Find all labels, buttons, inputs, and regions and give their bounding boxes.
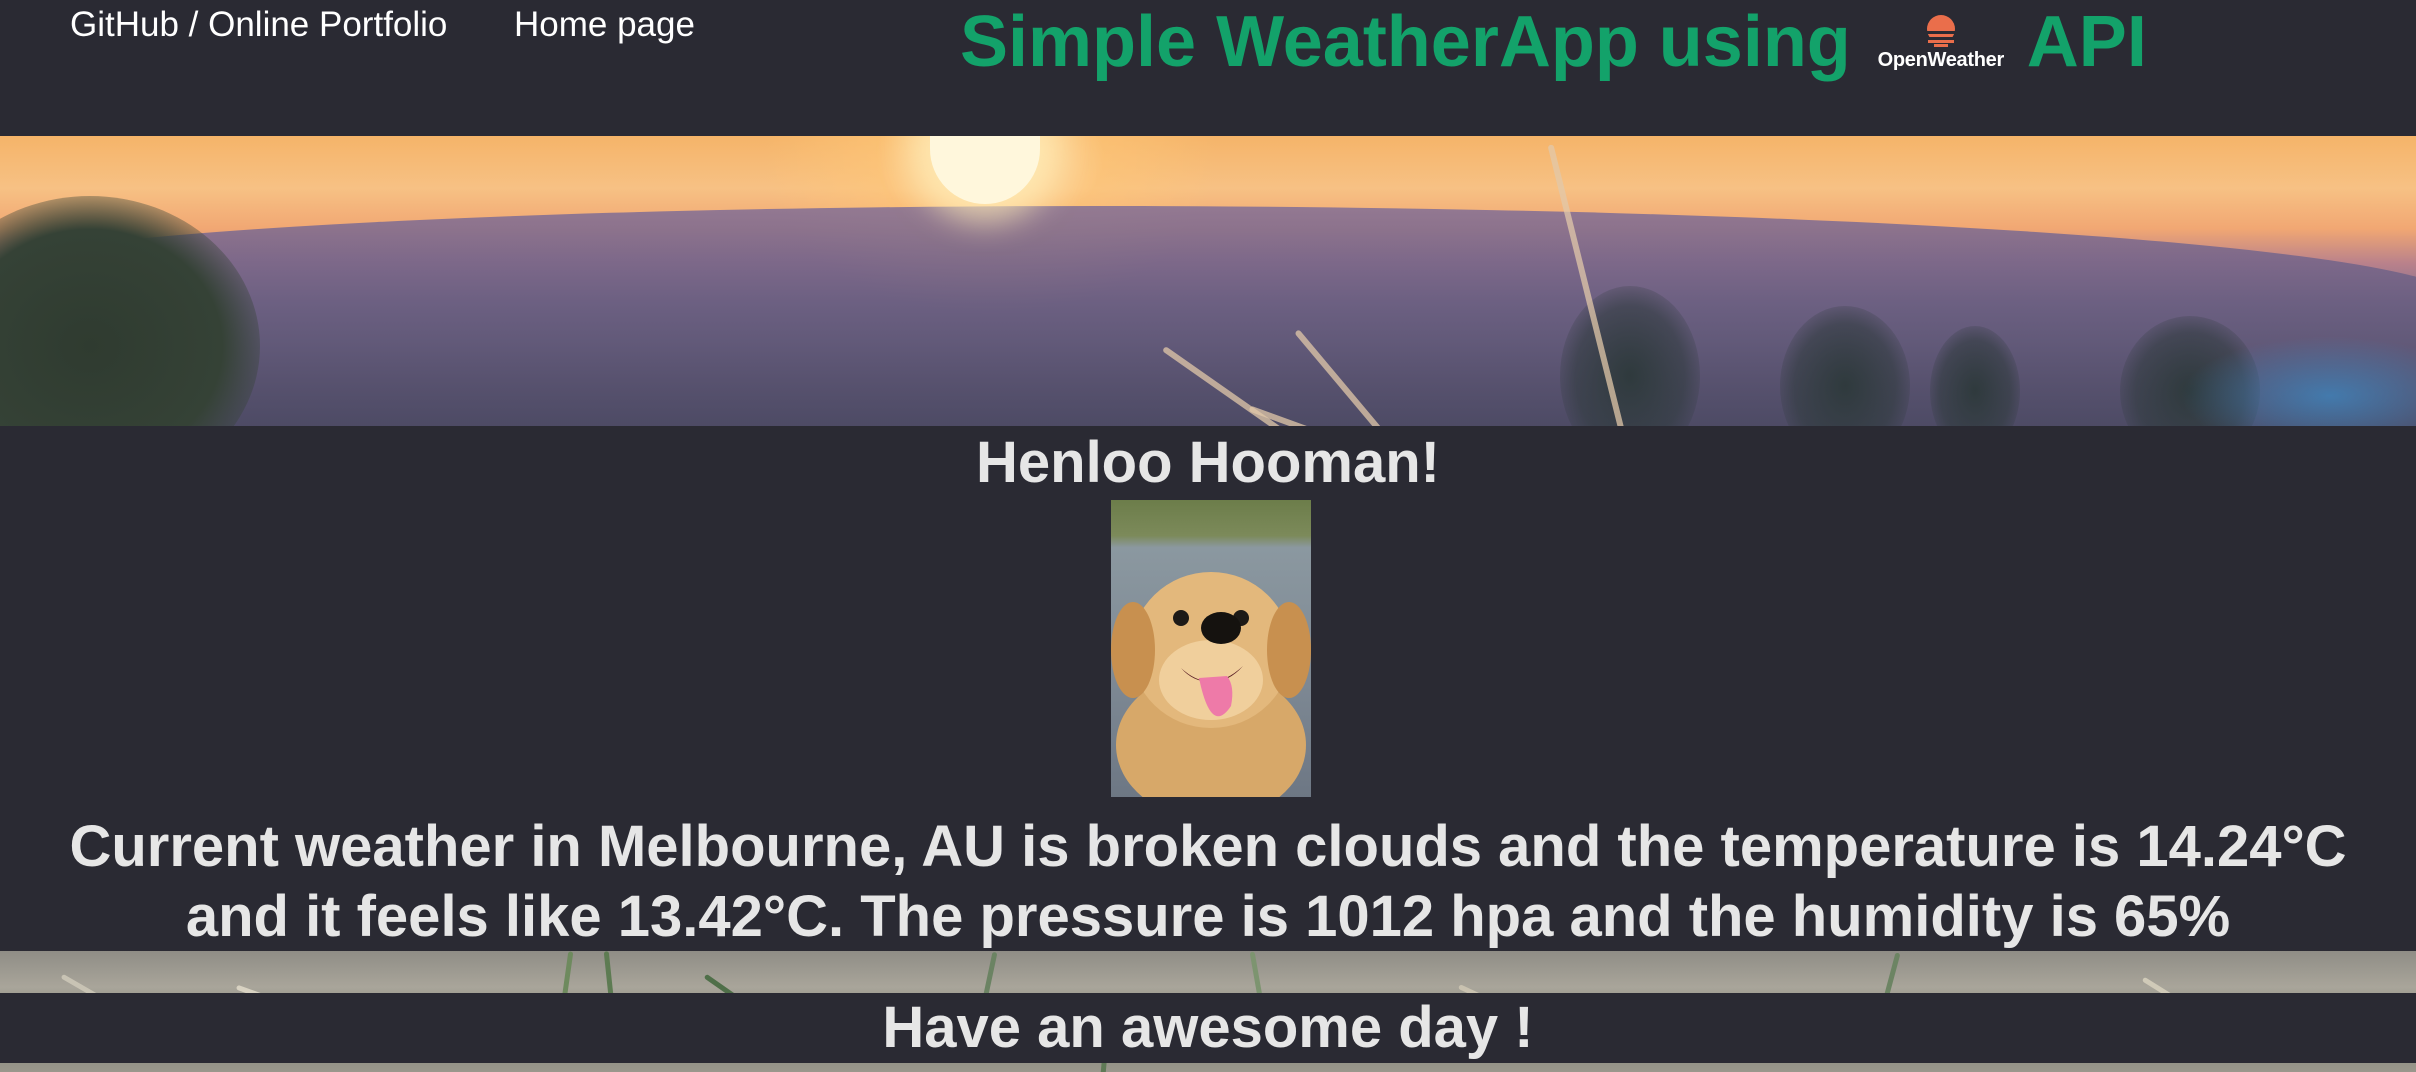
page: GitHub / Online Portfolio Home page Simp… — [0, 0, 2416, 1072]
weather-description-line-2: and it feels like 13.42°C. The pressure … — [185, 884, 2231, 949]
openweather-logo-icon — [1917, 15, 1964, 47]
openweather-logo-text: OpenWeather — [1877, 49, 2005, 71]
puppy-illustration — [1111, 572, 1311, 797]
github-portfolio-link[interactable]: GitHub / Online Portfolio — [70, 4, 447, 46]
header: GitHub / Online Portfolio Home page Simp… — [0, 0, 2416, 136]
app-title: Simple WeatherApp using OpenWeather API — [960, 2, 2147, 82]
home-page-link[interactable]: Home page — [514, 4, 695, 46]
weather-description: Current weather in Melbourne, AU is brok… — [0, 812, 2416, 952]
app-title-prefix: Simple WeatherApp using — [960, 2, 1851, 82]
greeting-heading: Henloo Hooman! — [976, 430, 1440, 495]
footer-message: Have an awesome day ! — [882, 995, 1534, 1060]
weather-description-line-1: Current weather in Melbourne, AU is brok… — [69, 814, 2347, 879]
app-title-suffix: API — [2026, 2, 2147, 82]
sunset-banner-image — [0, 136, 2416, 426]
puppy-image — [1111, 500, 1311, 797]
openweather-logo: OpenWeather — [1873, 13, 2009, 71]
